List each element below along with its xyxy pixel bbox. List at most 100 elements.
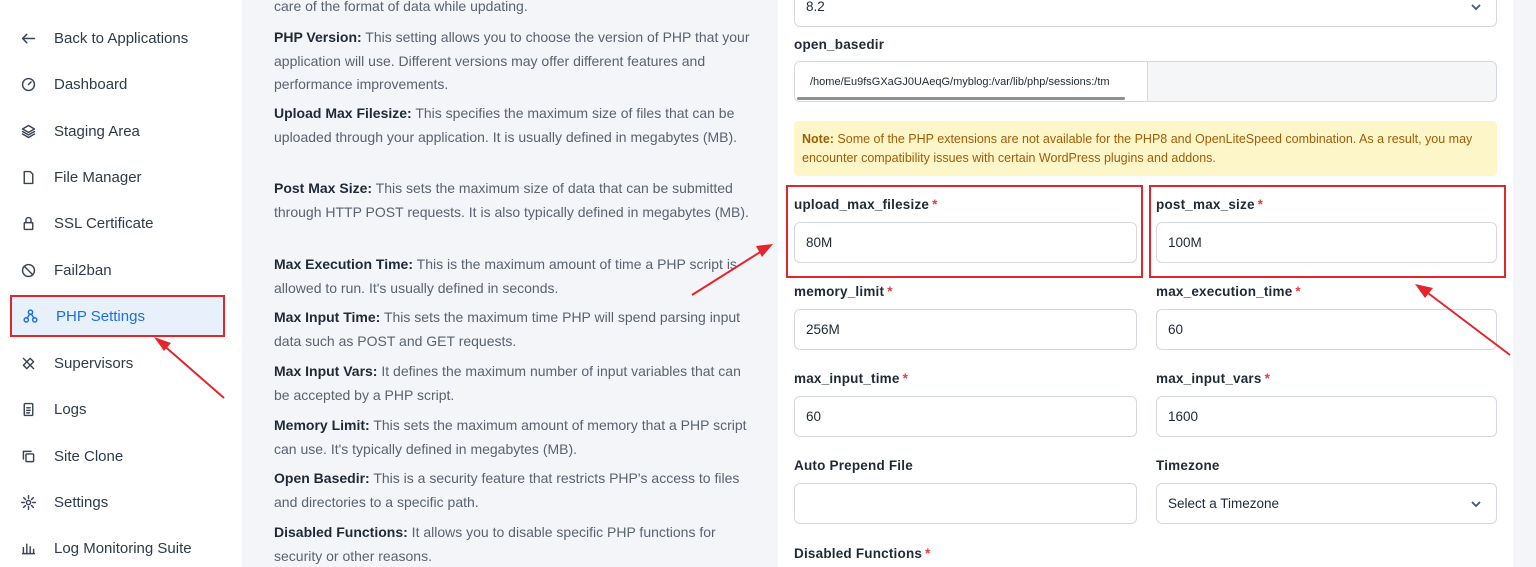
bar-chart-icon: [18, 538, 38, 558]
field-value: 60: [1168, 322, 1184, 337]
timezone-select[interactable]: Select a Timezone: [1156, 483, 1497, 524]
page-right-margin: [1513, 0, 1536, 567]
timezone-label: Timezone: [1156, 458, 1220, 473]
field-value: 1600: [1168, 409, 1199, 424]
help-item-disabled-functions: Disabled Functions: It allows you to dis…: [274, 521, 758, 567]
sidebar-item-label: Site Clone: [54, 447, 124, 465]
help-term: Disabled Functions:: [274, 524, 408, 540]
sidebar-item-staging-area[interactable]: Staging Area: [10, 111, 225, 151]
sidebar-item-label: Staging Area: [54, 122, 140, 140]
layers-icon: [18, 121, 38, 141]
open-basedir-scroll-area[interactable]: /home/Eu9fsGXaGJ0UAeqG/myblog:/var/lib/p…: [795, 62, 1148, 101]
dashboard-gauge-icon: [18, 74, 38, 94]
sidebar-item-label: File Manager: [54, 168, 142, 186]
lock-icon: [18, 213, 38, 233]
label-text: max_execution_time: [1156, 284, 1293, 299]
help-term: Post Max Size:: [274, 180, 373, 196]
arrow-left-icon: [18, 28, 38, 48]
sidebar-item-label: Dashboard: [54, 75, 128, 93]
help-item-open-basedir: Open Basedir: This is a security feature…: [274, 467, 758, 514]
help-term: Upload Max Filesize:: [274, 105, 412, 121]
help-term: Memory Limit:: [274, 417, 370, 433]
required-asterisk: *: [1264, 371, 1271, 386]
sidebar: Back to Applications Dashboard Staging A…: [0, 0, 242, 567]
open-basedir-scrollbar[interactable]: [797, 97, 1125, 100]
help-term: Max Input Vars:: [274, 363, 378, 379]
sidebar-item-php-settings[interactable]: PHP Settings: [10, 295, 225, 337]
required-asterisk: *: [902, 371, 909, 386]
sidebar-item-label: Log Monitoring Suite: [54, 539, 192, 557]
auto-prepend-file-input[interactable]: [794, 483, 1137, 524]
document-icon: [18, 399, 38, 419]
max-execution-time-input[interactable]: 60: [1156, 309, 1497, 350]
help-term: Max Execution Time:: [274, 256, 414, 272]
php-nodes-icon: [20, 306, 40, 326]
php-version-value: 8.2: [806, 0, 825, 14]
tools-icon: [18, 353, 38, 373]
chevron-down-icon: [1470, 1, 1482, 13]
note-text: Some of the PHP extensions are not avail…: [802, 132, 1473, 165]
help-term: Open Basedir:: [274, 470, 370, 486]
sidebar-item-label: Fail2ban: [54, 261, 112, 279]
sidebar-item-ssl-certificate[interactable]: SSL Certificate: [10, 203, 225, 243]
open-basedir-label: open_basedir: [794, 37, 885, 52]
max-input-time-input[interactable]: 60: [794, 396, 1137, 437]
help-term: Max Input Time:: [274, 309, 381, 325]
sidebar-item-dashboard[interactable]: Dashboard: [10, 64, 225, 104]
highlight-upload-max-filesize: [786, 185, 1143, 278]
field-value: 256M: [806, 322, 840, 337]
field-value: 60: [806, 409, 822, 424]
sidebar-item-supervisors[interactable]: Supervisors: [10, 343, 225, 383]
auto-prepend-file-label: Auto Prepend File: [794, 458, 913, 473]
label-text: memory_limit: [794, 284, 885, 299]
timezone-value: Select a Timezone: [1168, 496, 1280, 511]
sidebar-item-file-manager[interactable]: File Manager: [10, 157, 225, 197]
help-item-post-max-size: Post Max Size: This sets the maximum siz…: [274, 177, 758, 224]
gear-icon: [18, 492, 38, 512]
sidebar-item-back-to-applications[interactable]: Back to Applications: [10, 18, 225, 58]
sidebar-item-label: SSL Certificate: [54, 214, 154, 232]
disabled-functions-label: Disabled Functions *: [794, 546, 931, 561]
php-version-select[interactable]: 8.2: [794, 0, 1497, 27]
sidebar-item-log-monitoring-suite[interactable]: Log Monitoring Suite: [10, 528, 225, 567]
sidebar-item-logs[interactable]: Logs: [10, 389, 225, 429]
label-text: max_input_vars: [1156, 371, 1262, 386]
help-term: PHP Version:: [274, 29, 362, 45]
max-input-time-label: max_input_time *: [794, 371, 908, 386]
sidebar-item-label: Back to Applications: [54, 29, 189, 47]
sidebar-item-fail2ban[interactable]: Fail2ban: [10, 250, 225, 290]
help-item-max-input-vars: Max Input Vars: It defines the maximum n…: [274, 360, 758, 407]
help-item-php-version: PHP Version: This setting allows you to …: [274, 26, 758, 97]
file-icon: [18, 167, 38, 187]
required-asterisk: *: [887, 284, 893, 299]
highlight-post-max-size: [1149, 185, 1506, 278]
help-item-upload-max-filesize: Upload Max Filesize: This specifies the …: [274, 102, 758, 149]
chevron-down-icon: [1470, 498, 1482, 510]
max-input-vars-input[interactable]: 1600: [1156, 396, 1497, 437]
label-text: Disabled Functions: [794, 546, 923, 561]
help-panel: care of the format of data while updatin…: [242, 0, 775, 567]
required-asterisk: *: [1295, 284, 1301, 299]
note-label: Note:: [802, 132, 834, 146]
php-settings-form: 8.2 open_basedir /home/Eu9fsGXaGJ0UAeqG/…: [778, 0, 1513, 567]
help-item-memory-limit: Memory Limit: This sets the maximum amou…: [274, 414, 758, 461]
sidebar-item-label: Logs: [54, 400, 87, 418]
help-item-max-input-time: Max Input Time: This sets the maximum ti…: [274, 306, 758, 353]
sidebar-item-settings[interactable]: Settings: [10, 482, 225, 522]
copy-icon: [18, 446, 38, 466]
help-item-max-execution-time: Max Execution Time: This is the maximum …: [274, 253, 758, 300]
label-text: max_input_time: [794, 371, 900, 386]
memory-limit-label: memory_limit *: [794, 284, 893, 299]
open-basedir-input[interactable]: /home/Eu9fsGXaGJ0UAeqG/myblog:/var/lib/p…: [794, 61, 1497, 102]
max-input-vars-label: max_input_vars *: [1156, 371, 1270, 386]
sidebar-item-label: PHP Settings: [56, 307, 145, 325]
memory-limit-input[interactable]: 256M: [794, 309, 1137, 350]
required-asterisk: *: [925, 546, 931, 561]
sidebar-item-label: Settings: [54, 493, 109, 511]
php-extension-note: Note: Some of the PHP extensions are not…: [794, 121, 1497, 176]
open-basedir-value: /home/Eu9fsGXaGJ0UAeqG/myblog:/var/lib/p…: [810, 75, 1110, 88]
help-intro-tail: care of the format of data while updatin…: [274, 0, 528, 14]
max-execution-time-label: max_execution_time *: [1156, 284, 1301, 299]
sidebar-item-site-clone[interactable]: Site Clone: [10, 436, 225, 476]
ban-icon: [18, 260, 38, 280]
